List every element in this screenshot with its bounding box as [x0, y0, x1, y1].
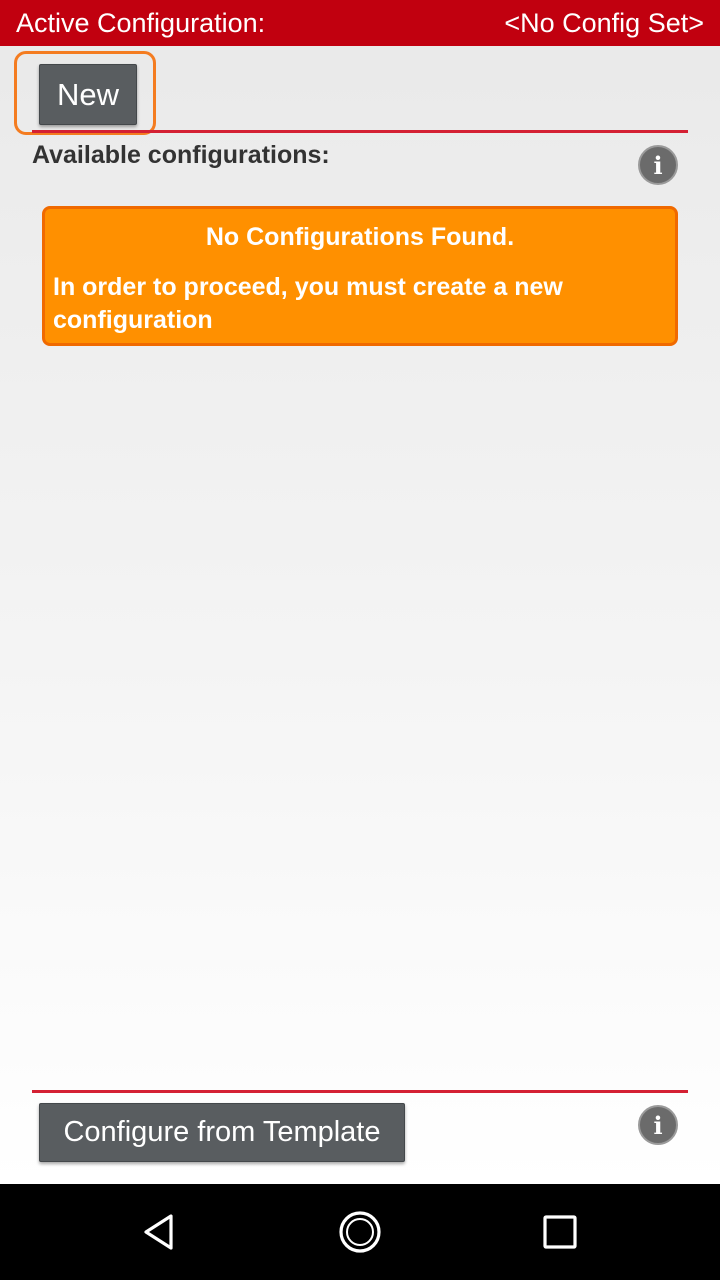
- info-icon[interactable]: i: [638, 145, 678, 185]
- active-config-label: Active Configuration:: [16, 8, 266, 38]
- info-icon[interactable]: i: [638, 1105, 678, 1145]
- top-divider: [32, 130, 688, 133]
- active-config-value: <No Config Set>: [504, 8, 704, 38]
- app-screen: Active Configuration: <No Config Set> Ne…: [0, 0, 720, 1184]
- system-nav-bar: [0, 1184, 720, 1280]
- no-configs-notice: No Configurations Found. In order to pro…: [42, 206, 678, 346]
- recents-icon[interactable]: [500, 1184, 620, 1280]
- new-config-button[interactable]: New: [39, 64, 137, 125]
- back-icon[interactable]: [100, 1184, 220, 1280]
- bottom-divider: [32, 1090, 688, 1093]
- configure-from-template-button[interactable]: Configure from Template: [39, 1103, 405, 1162]
- notice-message: In order to proceed, you must create a n…: [53, 273, 563, 334]
- available-configs-title: Available configurations:: [32, 141, 330, 169]
- active-config-bar: Active Configuration: <No Config Set>: [0, 0, 720, 46]
- home-icon[interactable]: [300, 1184, 420, 1280]
- notice-title: No Configurations Found.: [205, 223, 515, 251]
